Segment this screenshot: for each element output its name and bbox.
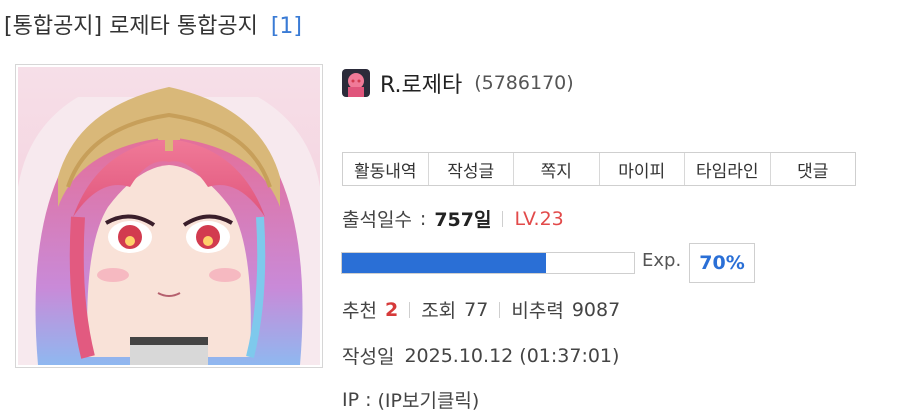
tab-mypi[interactable]: 마이피	[598, 153, 684, 185]
tab-activity[interactable]: 활동내역	[343, 153, 428, 185]
attendance-value: 757일	[434, 209, 492, 231]
views-value: 77	[464, 298, 489, 321]
comment-count-link[interactable]: [1]	[271, 14, 302, 39]
nonrec-value: 9087	[571, 298, 621, 321]
profile-tabs: 활동내역 작성글 쪽지 마이피 타임라인 댓글	[342, 152, 856, 186]
author-info: R.로제타 (5786170)	[342, 68, 574, 98]
author-badge-icon	[342, 69, 370, 97]
date-label: 작성일	[342, 346, 395, 368]
post-title: [통합공지] 로제타 통합공지 [1]	[4, 8, 302, 40]
tab-comments[interactable]: 댓글	[769, 153, 855, 185]
author-uid: (5786170)	[474, 72, 574, 94]
post-stats-row: 추천 2 조회 77 비추력 9087	[342, 296, 620, 323]
ip-label: IP :	[342, 388, 372, 411]
author-avatar[interactable]	[15, 64, 323, 368]
divider	[499, 301, 501, 318]
nonrec-label: 비추력	[511, 300, 564, 322]
ip-row: IP : (IP보기클릭)	[342, 386, 479, 413]
views-label: 조회	[421, 300, 457, 322]
tab-timeline[interactable]: 타임라인	[684, 153, 770, 185]
divider	[502, 210, 504, 227]
exp-progress-bar	[341, 252, 635, 274]
author-nickname[interactable]: R.로제타	[380, 67, 462, 99]
tab-message[interactable]: 쪽지	[513, 153, 599, 185]
exp-progress-fill	[342, 253, 547, 273]
exp-percent: 70%	[689, 243, 755, 283]
divider	[409, 301, 411, 318]
tab-posts[interactable]: 작성글	[427, 153, 513, 185]
date-value: 2025.10.12 (01:37:01)	[404, 344, 620, 367]
attendance-colon: :	[419, 207, 427, 230]
exp-label: Exp.	[642, 250, 682, 271]
post-date-row: 작성일 2025.10.12 (01:37:01)	[342, 342, 619, 369]
post-tag: [통합공지]	[4, 14, 103, 39]
ip-reveal-link[interactable]: (IP보기클릭)	[378, 386, 480, 413]
level-badge: LV.23	[514, 207, 564, 230]
recommend-label: 추천	[342, 300, 377, 322]
recommend-value: 2	[384, 298, 399, 321]
avatar-illustration	[18, 67, 320, 365]
attendance-row: 출석일수 : 757일 LV.23	[342, 205, 564, 232]
attendance-label: 출석일수	[342, 209, 412, 231]
post-title-text: 로제타 통합공지	[109, 14, 258, 39]
